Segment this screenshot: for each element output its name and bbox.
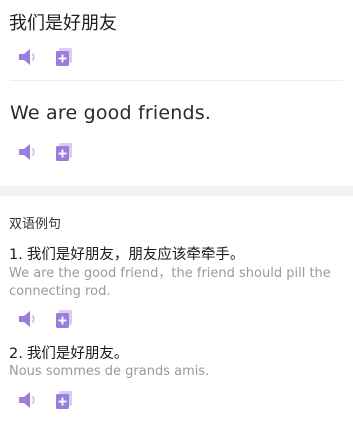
speaker-icon bbox=[19, 392, 35, 408]
add-to-notebook-button[interactable] bbox=[54, 142, 74, 162]
example-translation: We are the good friend，the friend should… bbox=[9, 266, 331, 299]
speaker-button[interactable] bbox=[18, 47, 38, 67]
example-actions bbox=[18, 390, 74, 410]
source-text: 我们是好朋友 bbox=[9, 13, 117, 34]
add-to-notebook-button[interactable] bbox=[54, 390, 74, 410]
add-to-notebook-button[interactable] bbox=[54, 309, 74, 329]
examples-heading: 双语例句 bbox=[9, 217, 62, 232]
example-chinese-text: 我们是好朋友。 bbox=[26, 346, 129, 362]
speaker-icon bbox=[19, 144, 35, 160]
speaker-button[interactable] bbox=[18, 309, 38, 329]
source-actions bbox=[18, 47, 74, 67]
add-to-notebook-icon bbox=[56, 391, 72, 409]
example-chinese: 1. 我们是好朋友，朋友应该牵牵手。 bbox=[9, 243, 244, 264]
speaker-icon bbox=[19, 49, 35, 65]
add-to-notebook-icon bbox=[56, 143, 72, 161]
add-to-notebook-icon bbox=[56, 310, 72, 328]
speaker-button[interactable] bbox=[18, 142, 38, 162]
translation-actions bbox=[18, 142, 74, 162]
example-actions bbox=[18, 309, 74, 329]
section-separator bbox=[0, 186, 353, 196]
example-translation: Nous sommes de grands amis. bbox=[9, 364, 210, 379]
divider bbox=[10, 80, 343, 81]
example-number: 2. bbox=[9, 346, 23, 362]
example-chinese: 2. 我们是好朋友。 bbox=[9, 342, 128, 363]
example-number: 1. bbox=[9, 247, 23, 263]
example-chinese-text: 我们是好朋友，朋友应该牵牵手。 bbox=[26, 247, 245, 263]
add-to-notebook-icon bbox=[56, 48, 72, 66]
speaker-icon bbox=[19, 311, 35, 327]
translation-text: We are good friends. bbox=[10, 102, 212, 124]
speaker-button[interactable] bbox=[18, 390, 38, 410]
add-to-notebook-button[interactable] bbox=[54, 47, 74, 67]
